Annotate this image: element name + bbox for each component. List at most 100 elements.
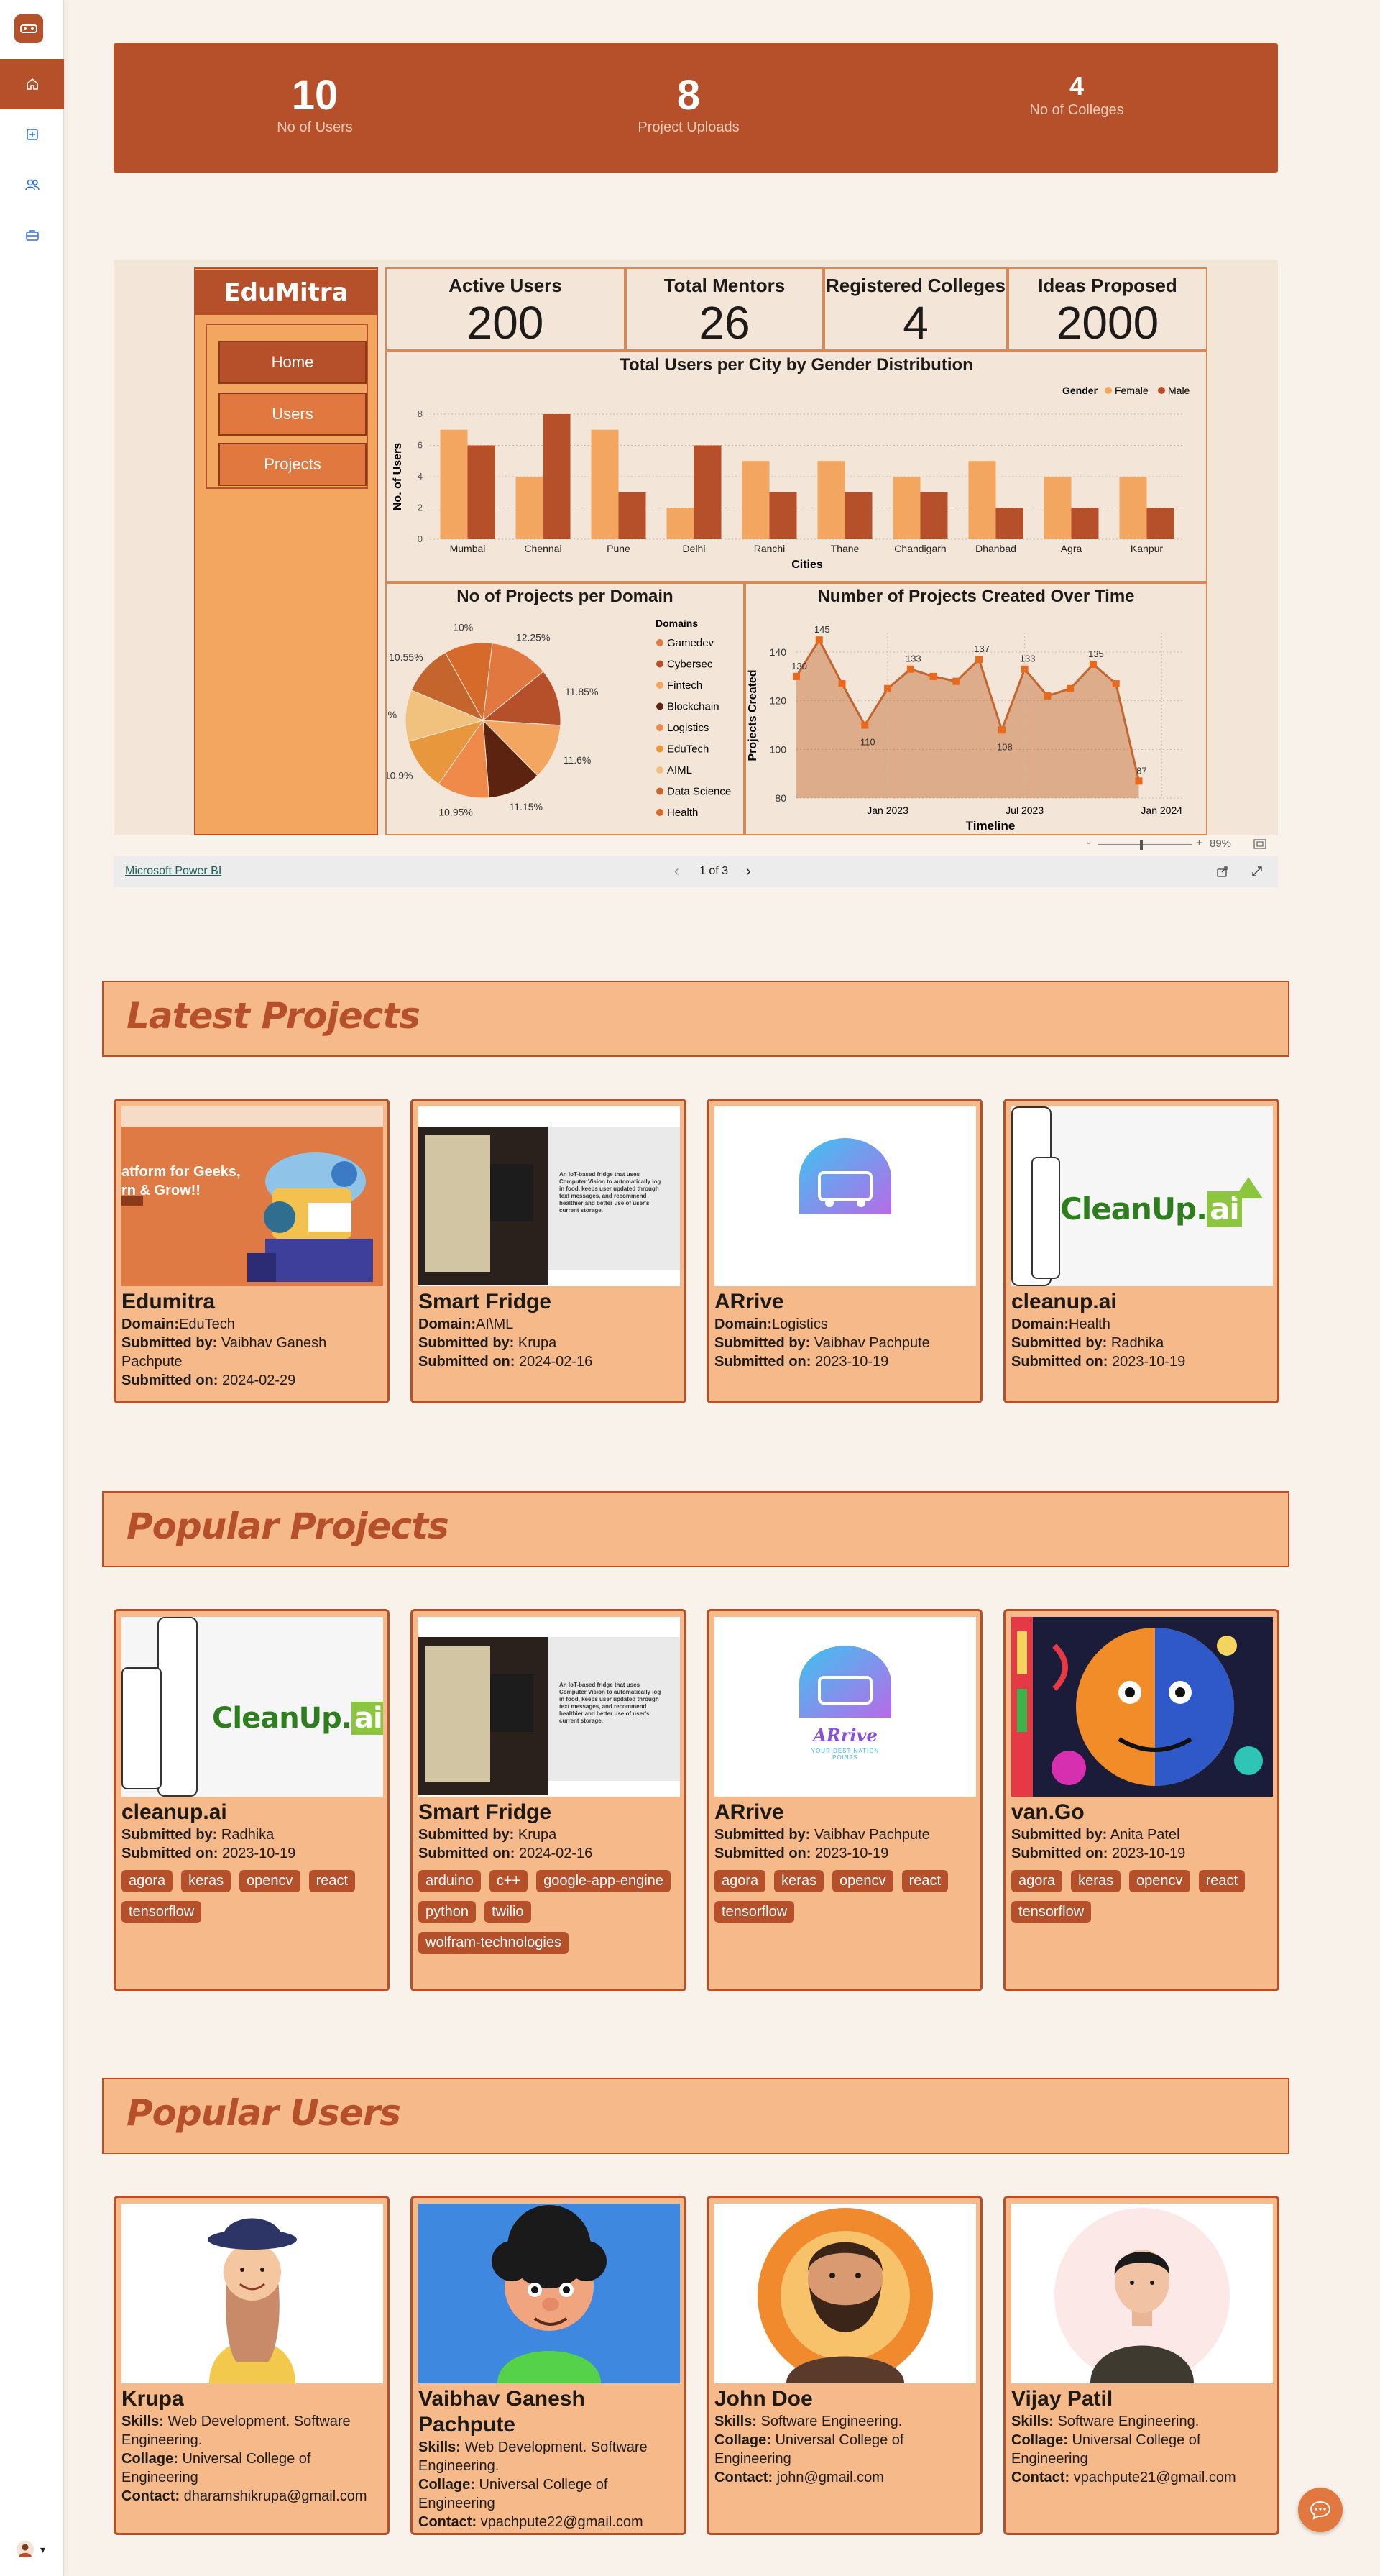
user-contact[interactable]: vpachpute21@gmail.com bbox=[1074, 2470, 1236, 2485]
tech-tag[interactable]: react bbox=[308, 1870, 356, 1892]
user-card[interactable]: John Doe Skills: Software Engineering. C… bbox=[707, 2196, 983, 2535]
project-card[interactable]: ARrive Domain:Logistics Submitted by: Va… bbox=[707, 1099, 983, 1403]
tech-tag[interactable]: tensorflow bbox=[714, 1901, 795, 1923]
tech-tag[interactable]: react bbox=[1198, 1870, 1246, 1892]
user-avatar bbox=[418, 2204, 680, 2383]
report-nav-users[interactable]: Users bbox=[218, 393, 367, 436]
y-tick-label: 6 bbox=[418, 440, 423, 451]
bar-male bbox=[845, 492, 873, 539]
project-card[interactable]: atform for Geeks, rn & Grow!! Edumitra D… bbox=[114, 1099, 390, 1403]
tech-tag[interactable]: keras bbox=[774, 1870, 824, 1892]
tech-tag[interactable]: python bbox=[418, 1901, 477, 1923]
submitted-on-label: Submitted on: bbox=[121, 1846, 218, 1861]
tech-tag[interactable]: tensorflow bbox=[1011, 1901, 1092, 1923]
user-name: Krupa bbox=[121, 2387, 184, 2411]
project-card[interactable]: An IoT-based fridge that uses Computer V… bbox=[410, 1099, 686, 1403]
bar-male bbox=[769, 492, 797, 539]
x-axis-label: Cities bbox=[791, 559, 823, 571]
user-card-body: Vaibhav Ganesh Pachpute Skills: Web Deve… bbox=[418, 2386, 678, 2531]
data-point bbox=[793, 672, 800, 680]
submitted-on-label: Submitted on: bbox=[1011, 1846, 1108, 1861]
data-point bbox=[998, 726, 1006, 734]
project-thumbnail bbox=[1011, 1617, 1273, 1797]
pie-value-label: 10.55% bbox=[389, 651, 423, 663]
legend-swatch bbox=[656, 702, 663, 710]
tech-tag[interactable]: tensorflow bbox=[121, 1901, 202, 1923]
tech-tag[interactable]: keras bbox=[181, 1870, 231, 1892]
stats-banner: 10 No of Users 8 Project Uploads 4 No of… bbox=[114, 43, 1278, 173]
sidebar-item-users[interactable] bbox=[0, 160, 64, 210]
zoom-slider-thumb[interactable] bbox=[1140, 840, 1143, 850]
domain-pie-chart: 12.25% 11.85% 11.6% 11.15% 10.95% 10.9% 10.75%… bbox=[387, 618, 731, 819]
tech-tag[interactable]: agora bbox=[121, 1870, 173, 1892]
zoom-slider[interactable] bbox=[1098, 844, 1192, 845]
app-logo[interactable] bbox=[14, 14, 43, 43]
sidebar-item-home[interactable] bbox=[0, 59, 64, 109]
tech-tag[interactable]: opencv bbox=[239, 1870, 300, 1892]
popular-project-card[interactable]: CleanUp. ai cleanup.ai Submitted by: Radh… bbox=[114, 1609, 390, 1991]
powerbi-report[interactable]: EduMitra Home Users Projects Active User… bbox=[114, 260, 1278, 835]
tech-tag[interactable]: wolfram-technologies bbox=[418, 1932, 569, 1954]
popular-project-card[interactable]: van.Go Submitted by: Anita Patel Submitt… bbox=[1003, 1609, 1279, 1991]
skills-label: Skills: bbox=[1011, 2414, 1054, 2429]
zoom-in-button[interactable]: + bbox=[1196, 837, 1202, 849]
chevron-down-icon: ▾ bbox=[40, 2543, 46, 2555]
data-point bbox=[1135, 777, 1143, 785]
project-date: 2023-10-19 bbox=[222, 1846, 296, 1861]
sidebar-item-add-project[interactable] bbox=[0, 109, 64, 160]
stat-label: Project Uploads bbox=[638, 119, 740, 135]
project-author: Radhika bbox=[221, 1827, 275, 1843]
user-contact[interactable]: john@gmail.com bbox=[777, 2470, 884, 2485]
legend-label: Health bbox=[667, 807, 698, 819]
user-card[interactable]: Vaibhav Ganesh Pachpute Skills: Web Deve… bbox=[410, 2196, 686, 2535]
zoom-controls[interactable]: - + 89% bbox=[1078, 835, 1287, 856]
user-card[interactable]: Krupa Skills: Web Development. Software … bbox=[114, 2196, 390, 2535]
bar-female bbox=[742, 461, 770, 539]
tech-tag[interactable]: opencv bbox=[1129, 1870, 1190, 1892]
tech-tag[interactable]: agora bbox=[714, 1870, 766, 1892]
next-page-button[interactable]: › bbox=[746, 863, 751, 880]
user-card[interactable]: Vijay Patil Skills: Software Engineering… bbox=[1003, 2196, 1279, 2535]
popular-project-card[interactable]: ARrive YOUR DESTINATION POINTS ARrive Su… bbox=[707, 1609, 983, 1991]
tech-tag[interactable]: arduino bbox=[418, 1870, 481, 1892]
arrive-logo-icon bbox=[799, 1646, 891, 1718]
y-axis-label: Projects Created bbox=[747, 669, 759, 761]
legend-title: Gender bbox=[1062, 385, 1098, 396]
kpi-ideas-proposed: Ideas Proposed 2000 bbox=[1008, 267, 1208, 351]
thumbnail-caption: An IoT-based fridge that uses Computer V… bbox=[559, 1682, 661, 1724]
powerbi-link[interactable]: Microsoft Power BI bbox=[125, 865, 221, 878]
cleanup-logo-ai: ai bbox=[351, 1702, 383, 1735]
submitted-on-label: Submitted on: bbox=[714, 1846, 811, 1861]
prev-page-button[interactable]: ‹ bbox=[674, 863, 679, 880]
bar-female bbox=[817, 461, 845, 539]
submitted-by-label: Submitted by: bbox=[121, 1827, 218, 1843]
user-menu[interactable]: ▾ bbox=[16, 2536, 59, 2562]
fullscreen-icon[interactable] bbox=[1251, 865, 1264, 878]
legend-title: Domains bbox=[656, 618, 698, 629]
bar-female bbox=[666, 508, 694, 539]
user-avatar-icon bbox=[17, 2541, 34, 2558]
zoom-out-button[interactable]: - bbox=[1087, 837, 1090, 849]
user-contact[interactable]: vpachpute22@gmail.com bbox=[481, 2514, 643, 2530]
tech-tag[interactable]: twilio bbox=[484, 1901, 531, 1923]
legend-swatch bbox=[1105, 387, 1112, 394]
tech-tag[interactable]: google-app-engine bbox=[536, 1870, 671, 1892]
project-date: 2024-02-29 bbox=[222, 1372, 296, 1388]
fit-page-icon[interactable] bbox=[1254, 838, 1266, 850]
project-author: Vaibhav Pachpute bbox=[814, 1335, 930, 1351]
tech-tag[interactable]: keras bbox=[1071, 1870, 1121, 1892]
project-domain: AI\ML bbox=[476, 1316, 514, 1332]
report-nav-projects[interactable]: Projects bbox=[218, 443, 367, 486]
popular-project-card[interactable]: An IoT-based fridge that uses Computer V… bbox=[410, 1609, 686, 1991]
share-icon[interactable] bbox=[1216, 865, 1229, 878]
tech-tag[interactable]: react bbox=[901, 1870, 949, 1892]
tech-tag[interactable]: agora bbox=[1011, 1870, 1063, 1892]
sidebar-item-projects[interactable] bbox=[0, 210, 64, 260]
tech-tag[interactable]: c++ bbox=[489, 1870, 528, 1892]
report-nav-home[interactable]: Home bbox=[218, 341, 367, 384]
tech-tag[interactable]: opencv bbox=[832, 1870, 893, 1892]
projects-timeline-chart: 80 100 120 140 130 145 110 133 137 108 133 135 87 Jan… bbox=[747, 624, 1184, 833]
chat-button[interactable] bbox=[1298, 2488, 1343, 2532]
project-card[interactable]: CleanUp.ai cleanup.ai Domain:Health Subm… bbox=[1003, 1099, 1279, 1403]
user-contact[interactable]: dharamshikrupa@gmail.com bbox=[184, 2488, 367, 2504]
